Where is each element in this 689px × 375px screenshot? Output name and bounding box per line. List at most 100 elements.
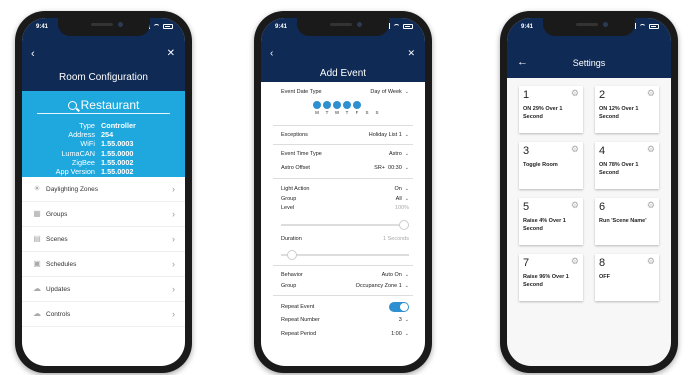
duration-slider[interactable] [281, 250, 409, 260]
info-row: Type Controller [22, 121, 185, 130]
field-label: Group [281, 196, 297, 202]
field-label: Repeat Event [281, 304, 315, 310]
astro-offset-row[interactable]: Astro Offset SR+ 00:30 ⌄ [281, 163, 409, 173]
setting-card[interactable]: 2 ⚙ ON 12% Over 1 Second [595, 86, 659, 133]
info-key: ZigBee [71, 157, 95, 167]
back-chevron-icon[interactable]: ‹ [270, 48, 273, 59]
close-icon[interactable]: ✕ [407, 48, 415, 59]
level-row: Level 100% [281, 203, 409, 213]
day-toggle[interactable]: F [353, 101, 361, 115]
setting-card[interactable]: 1 ⚙ ON 29% Over 1 Second [519, 86, 583, 133]
behavior-row[interactable]: Behavior Auto On ⌄ [281, 270, 409, 280]
group-select[interactable]: All [396, 196, 402, 202]
menu-item-scenes[interactable]: ▤ Scenes › [22, 227, 185, 252]
day-toggle[interactable]: T [343, 101, 351, 115]
gear-icon[interactable]: ⚙ [647, 256, 655, 267]
room-search[interactable]: Restaurant [37, 97, 170, 114]
repeat-number-row[interactable]: Repeat Number 3 ⌄ [281, 315, 409, 325]
phone-add-event: 9:41 ‹ ✕ Add Event Event Date Type Day of… [254, 11, 432, 373]
battery-icon [649, 23, 659, 29]
chevron-down-icon: ⌄ [404, 317, 409, 323]
card-number: 3 [523, 145, 530, 157]
info-table: Type Controller Address 254 WiFi 1.55.0003 … [22, 121, 185, 176]
setting-card[interactable]: 7 ⚙ Raise 96% Over 1 Second [519, 254, 583, 301]
info-key: Address [68, 130, 95, 140]
day-check [353, 101, 361, 109]
gear-icon[interactable]: ⚙ [571, 144, 579, 155]
repeat-period-select[interactable]: 1:00 [391, 331, 402, 337]
menu-item-label: Daylighting Zones [46, 185, 99, 193]
setting-card[interactable]: 3 ⚙ Toggle Room [519, 142, 583, 189]
card-label: ON 29% Over 1 Second [523, 106, 563, 120]
menu-item-controls[interactable]: ☁ Controls › [22, 302, 185, 327]
field-label: Exceptions [281, 132, 308, 138]
room-info-panel: Restaurant Type Controller Address 254 WiF… [22, 91, 185, 177]
page-title: Settings [572, 58, 606, 68]
event-date-type-row[interactable]: Event Date Type Day of Week ⌄ [281, 87, 409, 97]
day-toggle[interactable]: M [313, 101, 321, 115]
event-time-type-select[interactable]: Astro [389, 151, 402, 157]
setting-card[interactable]: 4 ⚙ ON 78% Over 1 Second [595, 142, 659, 189]
setting-card[interactable]: 6 ⚙ Run 'Scene Name' [595, 198, 659, 245]
card-number: 5 [523, 201, 530, 213]
light-action-select[interactable]: On [394, 186, 401, 192]
back-chevron-icon[interactable]: ‹ [31, 48, 35, 60]
setting-card[interactable]: 5 ⚙ Raise 4% Over 1 Second [519, 198, 583, 245]
day-label: S [365, 110, 369, 115]
duration-row: Duration 1 Seconds [281, 234, 409, 244]
event-date-type-select[interactable]: Day of Week [370, 89, 401, 95]
divider [273, 125, 413, 126]
notch [297, 18, 389, 36]
menu-item-label: Controls [46, 310, 71, 318]
slider-knob[interactable] [286, 250, 297, 260]
gear-icon[interactable]: ⚙ [647, 88, 655, 99]
exceptions-select[interactable]: Holiday List 1 [369, 132, 402, 138]
level-slider[interactable] [281, 220, 409, 230]
day-toggle[interactable]: S [363, 101, 371, 115]
menu-item-groups[interactable]: ▦ Groups › [22, 202, 185, 227]
menu-item-daylighting-zones[interactable]: ☀ Daylighting Zones › [22, 177, 185, 202]
astro-offset-time-input[interactable]: 00:30 [388, 165, 402, 171]
page-title: Add Event [319, 68, 367, 79]
chevron-right-icon: › [172, 284, 175, 294]
exceptions-row[interactable]: Exceptions Holiday List 1 ⌄ [281, 130, 409, 140]
day-toggle[interactable]: W [333, 101, 341, 115]
day-label: W [334, 110, 340, 115]
occupancy-group-row[interactable]: Group Occupancy Zone 1 ⌄ [281, 281, 409, 291]
close-icon[interactable]: ✕ [167, 48, 175, 59]
field-label: Event Time Type [281, 151, 322, 157]
notch [57, 18, 150, 36]
light-action-row[interactable]: Light Action On ⌄ [281, 184, 409, 194]
behavior-select[interactable]: Auto On [382, 272, 402, 278]
divider [273, 178, 413, 179]
repeat-number-select[interactable]: 3 [399, 317, 402, 323]
repeat-event-row: Repeat Event [281, 302, 409, 312]
menu-item-updates[interactable]: ☁ Updates › [22, 277, 185, 302]
menu-item-label: Groups [46, 210, 68, 218]
occupancy-group-select[interactable]: Occupancy Zone 1 [356, 283, 402, 289]
slider-knob[interactable] [399, 220, 409, 230]
room-name: Restaurant [80, 98, 140, 112]
gear-icon[interactable]: ⚙ [647, 144, 655, 155]
gear-icon[interactable]: ⚙ [571, 200, 579, 211]
menu-item-schedules[interactable]: ▣ Schedules › [22, 252, 185, 277]
day-toggle[interactable]: T [323, 101, 331, 115]
gear-icon[interactable]: ⚙ [571, 256, 579, 267]
repeat-period-row[interactable]: Repeat Period 1:00 ⌄ [281, 329, 409, 339]
field-label: Group [281, 283, 297, 289]
event-time-type-row[interactable]: Event Time Type Astro ⌄ [281, 149, 409, 159]
gear-icon[interactable]: ⚙ [571, 88, 579, 99]
day-toggle[interactable]: S [373, 101, 381, 115]
gear-icon[interactable]: ⚙ [647, 200, 655, 211]
repeat-event-toggle[interactable] [389, 302, 409, 312]
astro-offset-mode-select[interactable]: SR+ [374, 165, 385, 171]
field-label: Event Date Type [281, 89, 322, 95]
day-label: T [345, 110, 349, 115]
sun-icon: ☀ [33, 184, 41, 193]
screen: 9:41 ‹ ✕ Add Event Event Date Type Day of… [261, 18, 425, 366]
wifi-icon [639, 23, 646, 29]
wifi-icon [153, 23, 160, 29]
field-label: Level [281, 205, 295, 211]
setting-card[interactable]: 8 ⚙ OFF [595, 254, 659, 301]
field-label: Light Action [281, 186, 310, 192]
